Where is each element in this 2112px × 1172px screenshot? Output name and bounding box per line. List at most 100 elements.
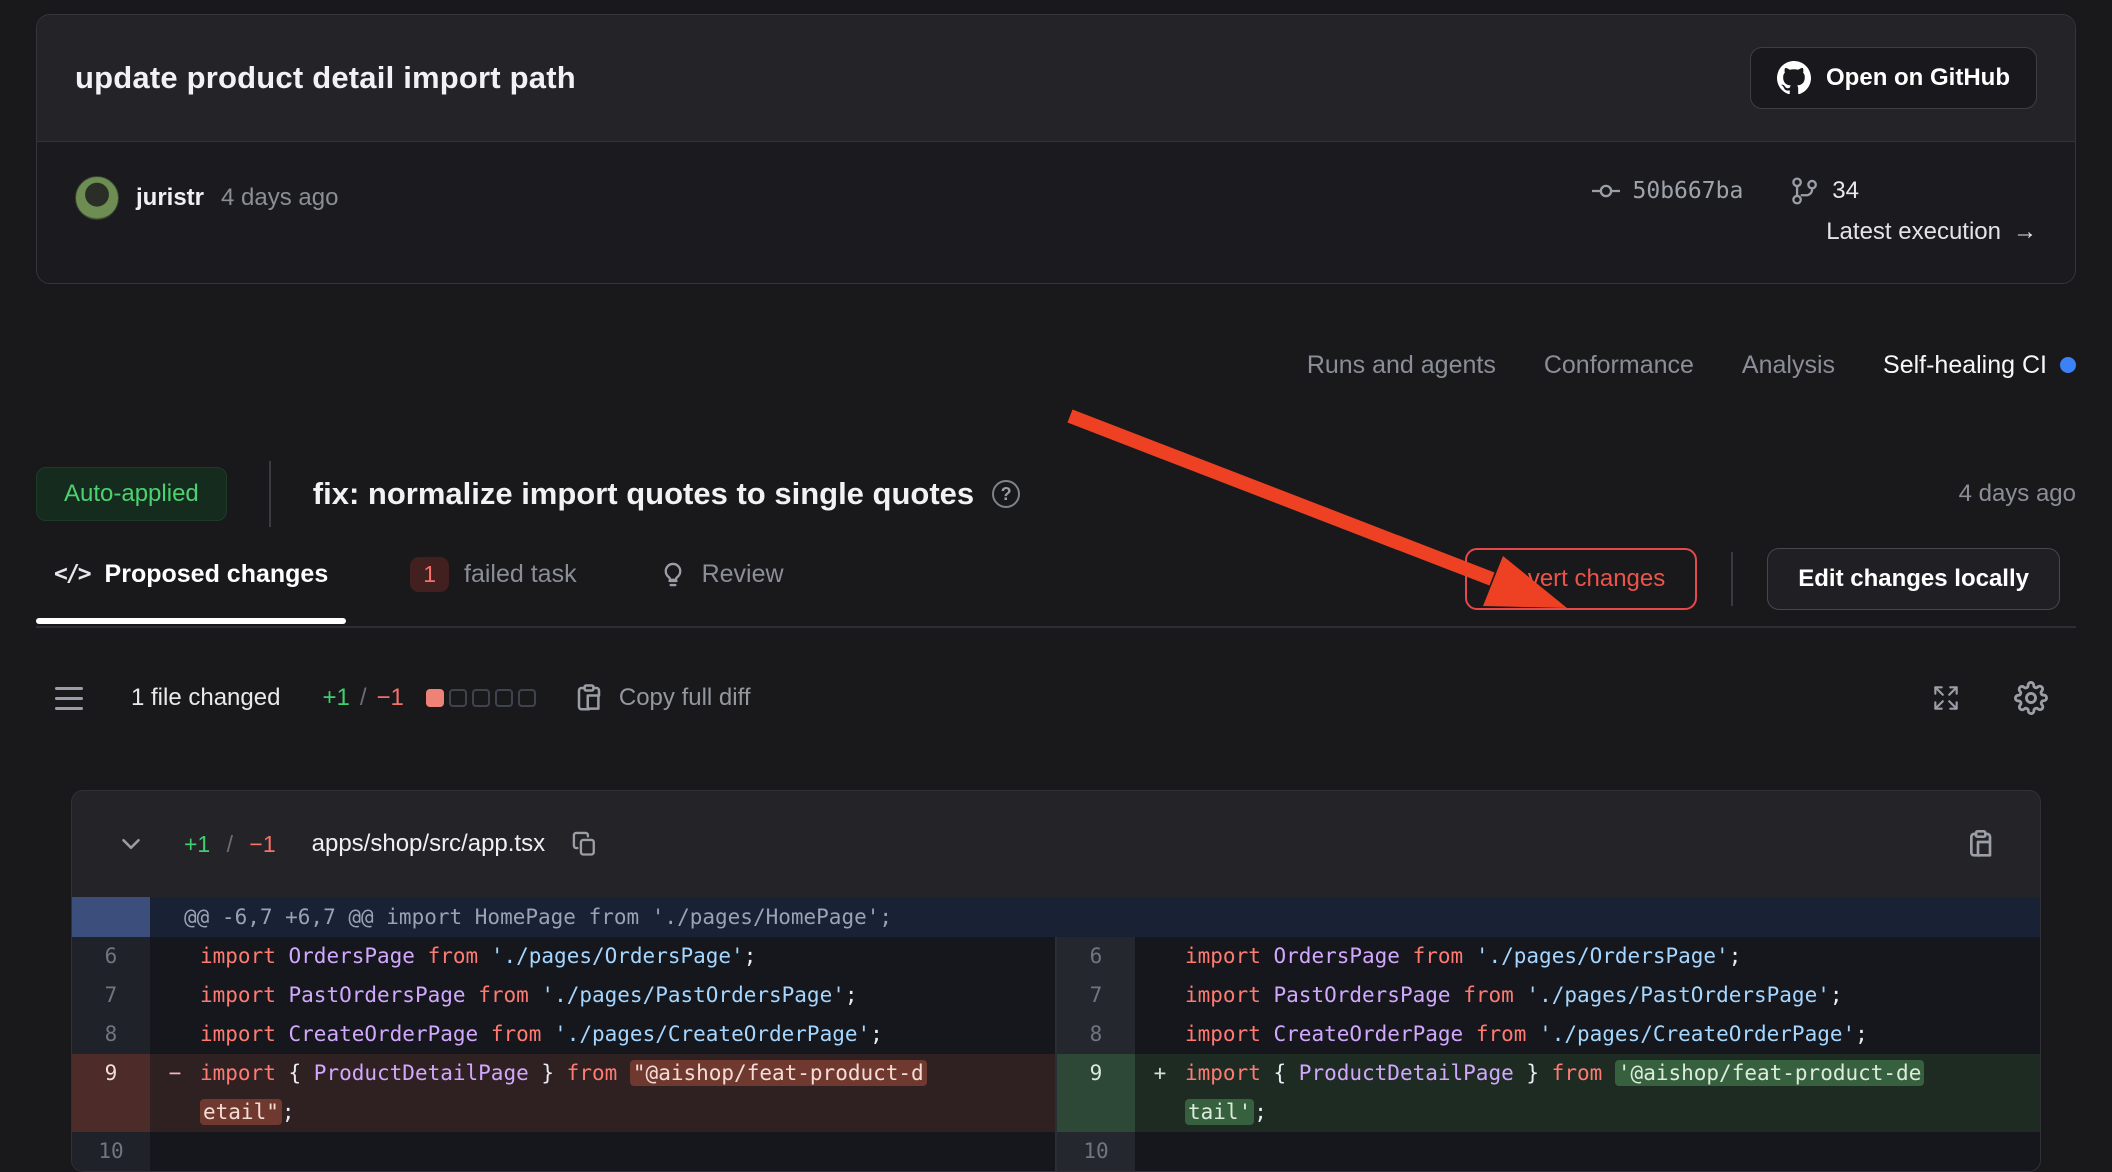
commit-sha-link[interactable]: 50b667ba	[1592, 177, 1744, 205]
file-header: +1 / −1 apps/shop/src/app.tsx	[72, 791, 2040, 897]
stat-slash: /	[360, 684, 367, 712]
diff-block	[472, 689, 490, 707]
top-nav: Runs and agents Conformance Analysis Sel…	[36, 348, 2076, 382]
diff-block-indicator	[426, 689, 536, 707]
diff-marker	[150, 1015, 200, 1054]
lightbulb-icon	[659, 560, 687, 588]
chevron-down-icon[interactable]	[116, 829, 146, 859]
code-line: import CreateOrderPage from './pages/Cre…	[200, 1015, 1055, 1054]
tab-proposed-changes-label: Proposed changes	[105, 560, 329, 589]
additions-stat: +1	[322, 684, 349, 712]
line-number: 7	[72, 976, 150, 1015]
diff-marker: +	[1135, 1054, 1185, 1132]
diff-pane-new: 6import OrdersPage from './pages/OrdersP…	[1057, 937, 2040, 1171]
latest-execution-link[interactable]: Latest execution →	[1826, 218, 2037, 246]
fix-header: Auto-applied fix: normalize import quote…	[36, 464, 2076, 524]
commit-card-header: update product detail import path Open o…	[37, 15, 2075, 141]
tab-failed-task-label: failed task	[464, 560, 577, 589]
avatar[interactable]	[75, 176, 119, 220]
page: update product detail import path Open o…	[0, 0, 2112, 1172]
code-line: import PastOrdersPage from './pages/Past…	[200, 976, 1055, 1015]
arrow-right-icon: →	[2013, 218, 2037, 246]
line-number: 6	[72, 937, 150, 976]
file-list-menu-icon[interactable]	[55, 687, 83, 710]
code-line	[1185, 1132, 2040, 1171]
diff-marker	[1135, 937, 1185, 976]
tabs-row: </> Proposed changes 1 failed task Revie…	[36, 530, 2076, 628]
diff-marker	[150, 1132, 200, 1171]
line-number: 10	[1057, 1132, 1135, 1171]
execution-count: 34	[1832, 177, 1859, 205]
code-line: import OrdersPage from './pages/OrdersPa…	[200, 937, 1055, 976]
line-number: 9	[72, 1054, 150, 1132]
tab-actions: Revert changes Edit changes locally	[1465, 548, 2060, 610]
diff-marker	[1135, 976, 1185, 1015]
copy-full-diff-label: Copy full diff	[619, 684, 751, 712]
toolbar-right	[1930, 681, 2048, 715]
tab-failed-task[interactable]: 1 failed task	[392, 530, 594, 626]
diff-block	[495, 689, 513, 707]
revert-changes-button[interactable]: Revert changes	[1465, 548, 1697, 610]
deletions-stat: −1	[377, 684, 404, 712]
nav-self-healing-ci-label: Self-healing CI	[1883, 351, 2047, 380]
nav-runs-and-agents[interactable]: Runs and agents	[1307, 351, 1496, 380]
file-additions: +1	[184, 831, 210, 857]
commit-meta-row: 50b667ba 34	[1592, 176, 1859, 206]
execution-count-link[interactable]: 34	[1789, 176, 1859, 206]
vertical-divider	[269, 461, 271, 527]
expand-icon[interactable]	[1930, 682, 1962, 714]
nav-conformance[interactable]: Conformance	[1544, 351, 1694, 380]
edit-changes-locally-button[interactable]: Edit changes locally	[1767, 548, 2060, 610]
open-on-github-button[interactable]: Open on GitHub	[1750, 47, 2037, 109]
copy-full-diff-button[interactable]: Copy full diff	[574, 683, 751, 713]
open-on-github-label: Open on GitHub	[1826, 64, 2010, 92]
code-line: import { ProductDetailPage } from "@aish…	[200, 1054, 1055, 1132]
diff-block	[449, 689, 467, 707]
git-commit-icon	[1592, 177, 1620, 205]
nav-analysis[interactable]: Analysis	[1742, 351, 1835, 380]
line-number: 7	[1057, 976, 1135, 1015]
copy-file-diff-icon[interactable]	[1964, 828, 1996, 860]
diff-split-view: 6 import OrdersPage from './pages/OrdersP…	[72, 937, 2040, 1171]
file-stat-slash: /	[227, 831, 233, 857]
diff-block	[518, 689, 536, 707]
file-path: apps/shop/src/app.tsx	[312, 830, 545, 858]
diff-line: 7 import PastOrdersPage from './pages/Pas…	[72, 976, 1055, 1015]
git-branch-icon	[1789, 176, 1819, 206]
commit-card: update product detail import path Open o…	[36, 14, 2076, 284]
copy-path-icon[interactable]	[571, 830, 599, 858]
diff-marker	[150, 937, 200, 976]
nav-self-healing-ci[interactable]: Self-healing CI	[1883, 351, 2076, 380]
line-number: 8	[72, 1015, 150, 1054]
diff-pane-old: 6 import OrdersPage from './pages/OrdersP…	[72, 937, 1055, 1171]
code-line: import CreateOrderPage from './pages/Cre…	[1185, 1015, 2040, 1054]
diff-line: 10	[1057, 1132, 2040, 1171]
page-title: update product detail import path	[75, 60, 576, 96]
commit-meta: 50b667ba 34 Latest execution →	[1592, 176, 2037, 246]
author-group: juristr 4 days ago	[75, 176, 338, 220]
fix-title: fix: normalize import quotes to single q…	[313, 476, 974, 512]
diff-marker	[1135, 1015, 1185, 1054]
code-line: import PastOrdersPage from './pages/Past…	[1185, 976, 2040, 1015]
hunk-header: @@ -6,7 +6,7 @@ import HomePage from './…	[72, 897, 2040, 937]
active-nav-dot	[2060, 357, 2076, 373]
hunk-gutter-block	[72, 897, 150, 937]
diff-marker	[1135, 1132, 1185, 1171]
tab-review-label: Review	[702, 560, 784, 589]
latest-execution-label: Latest execution	[1826, 218, 2001, 246]
help-icon[interactable]: ?	[992, 480, 1020, 508]
file-deletions: −1	[249, 831, 275, 857]
diff-toolbar: 1 file changed +1 / −1 Copy full diff	[36, 658, 2076, 738]
diff-marker: −	[150, 1054, 200, 1132]
commit-card-body: juristr 4 days ago 50b667ba 34 Latest ex…	[37, 141, 2075, 283]
line-number: 10	[72, 1132, 150, 1171]
line-number: 8	[1057, 1015, 1135, 1054]
gear-icon[interactable]	[2014, 681, 2048, 715]
diff-line: 9+import { ProductDetailPage } from '@ai…	[1057, 1054, 2040, 1132]
button-divider	[1731, 552, 1733, 606]
github-icon	[1777, 61, 1811, 95]
code-line: import OrdersPage from './pages/OrdersPa…	[1185, 937, 2040, 976]
tab-review[interactable]: Review	[641, 530, 802, 626]
diff-block	[426, 689, 444, 707]
tab-proposed-changes[interactable]: </> Proposed changes	[36, 530, 346, 626]
